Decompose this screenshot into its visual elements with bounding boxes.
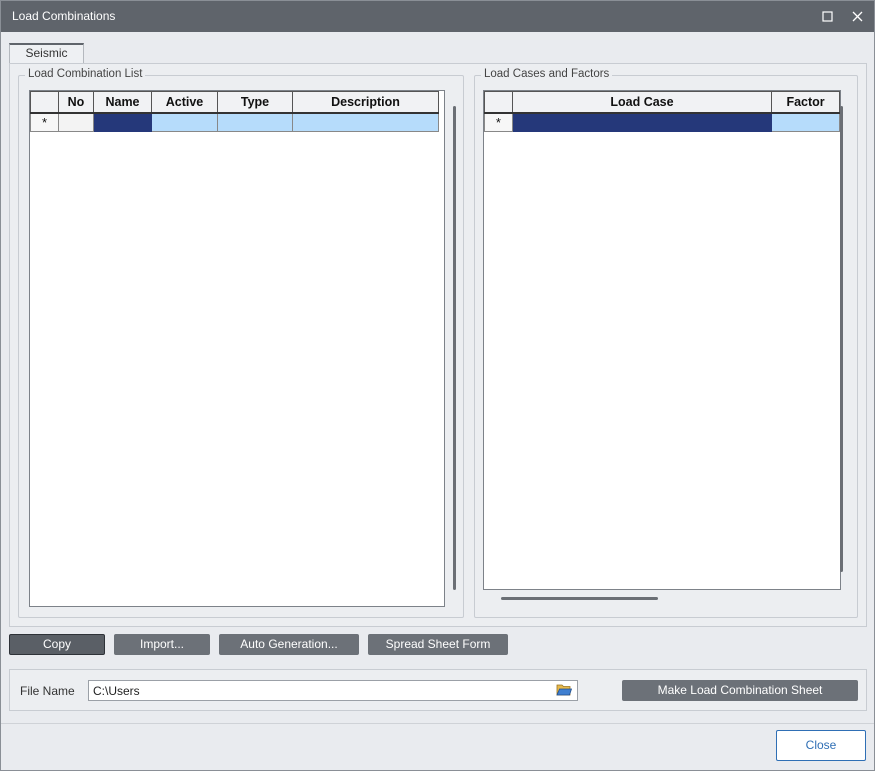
close-icon	[852, 11, 862, 21]
column-header-type[interactable]: Type	[217, 91, 293, 114]
spread-sheet-form-button[interactable]: Spread Sheet Form	[368, 634, 508, 655]
tab-seismic[interactable]: Seismic	[9, 43, 84, 64]
maximize-icon	[821, 10, 833, 22]
import-button[interactable]: Import...	[114, 634, 210, 655]
load-combinations-window: Load Combinations Seismic Load Combinati…	[0, 0, 875, 771]
close-button[interactable]: Close	[776, 730, 866, 761]
footer-separator	[1, 723, 874, 724]
cell-factor[interactable]	[771, 112, 840, 132]
cell-type[interactable]	[217, 112, 293, 132]
load-cases-factors-group: Load Cases and Factors Load Case Factor	[474, 68, 858, 618]
cell-load-case[interactable]	[511, 112, 773, 132]
column-header-load-case[interactable]: Load Case	[511, 91, 773, 114]
load-combination-list-group: Load Combination List No Name Active Typ…	[18, 68, 464, 618]
column-header-selector	[30, 91, 59, 114]
folder-open-icon[interactable]	[556, 683, 573, 699]
column-header-description[interactable]: Description	[292, 91, 439, 114]
file-name-input[interactable]	[88, 680, 578, 701]
column-header-selector	[484, 91, 513, 114]
file-name-section: File Name Make Load Combination Sheet	[9, 669, 867, 711]
cell-no[interactable]	[58, 112, 94, 132]
combination-list-vertical-scrollbar[interactable]	[453, 106, 456, 590]
column-header-name[interactable]: Name	[93, 91, 152, 114]
load-combination-table: No Name Active Type Description *	[30, 91, 439, 132]
copy-button[interactable]: Copy	[9, 634, 105, 655]
title-bar: Load Combinations	[1, 1, 874, 32]
table-header-row: Load Case Factor	[484, 91, 840, 114]
load-cases-horizontal-scrollbar[interactable]	[501, 597, 658, 600]
make-load-combination-sheet-button[interactable]: Make Load Combination Sheet	[622, 680, 858, 701]
load-combination-grid[interactable]: No Name Active Type Description *	[29, 90, 445, 607]
load-cases-table: Load Case Factor *	[484, 91, 840, 132]
load-cases-vertical-scrollbar[interactable]	[840, 106, 843, 572]
column-header-no[interactable]: No	[58, 91, 94, 114]
column-header-factor[interactable]: Factor	[771, 91, 840, 114]
auto-generation-button[interactable]: Auto Generation...	[219, 634, 359, 655]
seismic-tab-panel: Load Combination List No Name Active Typ…	[9, 63, 867, 627]
load-combination-list-title: Load Combination List	[25, 68, 146, 80]
load-cases-grid[interactable]: Load Case Factor *	[483, 90, 841, 590]
maximize-button[interactable]	[814, 5, 840, 27]
cell-description[interactable]	[292, 112, 439, 132]
new-row-marker[interactable]: *	[30, 112, 59, 132]
new-row[interactable]: *	[30, 112, 439, 132]
load-cases-factors-title: Load Cases and Factors	[481, 68, 613, 80]
column-header-active[interactable]: Active	[151, 91, 218, 114]
file-name-label: File Name	[20, 684, 75, 698]
cell-name[interactable]	[93, 112, 152, 132]
cell-active[interactable]	[151, 112, 218, 132]
close-window-button[interactable]	[844, 5, 870, 27]
new-row[interactable]: *	[484, 112, 840, 132]
table-header-row: No Name Active Type Description	[30, 91, 439, 114]
window-title: Load Combinations	[12, 9, 116, 23]
new-row-marker[interactable]: *	[484, 112, 513, 132]
